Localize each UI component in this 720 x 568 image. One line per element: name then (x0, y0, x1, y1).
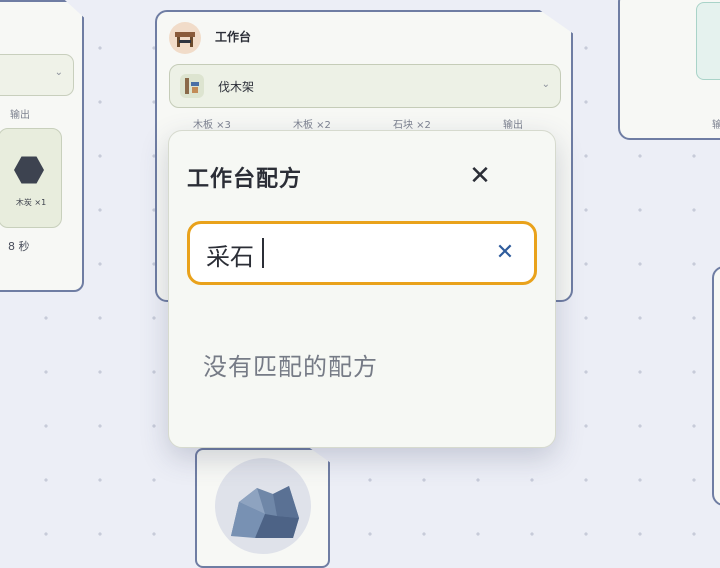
recipe-select-right[interactable] (696, 2, 720, 80)
text-cursor (262, 238, 264, 268)
input-label-1: 木板 ×3 (193, 120, 231, 131)
card-title: 工作台 (215, 30, 252, 44)
empty-state-message: 没有匹配的配方 (203, 353, 378, 381)
output-item-label: 木炭 ×1 (15, 198, 47, 207)
clear-search-icon[interactable]: ✕ (490, 238, 520, 268)
dialog-title: 工作台配方 (187, 167, 303, 192)
output-slot[interactable]: 木炭 ×1 (0, 128, 62, 228)
machine-card-right-lower[interactable] (712, 266, 720, 506)
machine-card-right[interactable]: 输 (618, 0, 720, 140)
input-label-2: 木板 ×2 (293, 120, 331, 131)
output-label: 输 (712, 120, 720, 131)
output-label: 输出 (503, 120, 523, 131)
hexagon-icon (14, 156, 44, 184)
recipe-icon (180, 74, 204, 98)
recipe-select[interactable]: 伐木架 ⌄ (169, 64, 561, 108)
input-label-3: 石块 ×2 (393, 120, 431, 131)
workbench-icon (169, 22, 201, 54)
resource-card[interactable] (195, 448, 330, 568)
recipe-select-value: 伐木架 (218, 80, 255, 94)
search-input[interactable] (204, 234, 478, 274)
chevron-down-icon: ⌄ (541, 79, 550, 90)
output-label: 输出 (10, 110, 30, 121)
machine-card-left[interactable]: ⌄ 输出 木炭 ×1 8 秒 (0, 0, 84, 292)
chevron-down-icon: ⌄ (54, 67, 63, 78)
search-box[interactable]: ✕ (187, 221, 537, 285)
recipe-picker-dialog: 工作台配方 ✕ ✕ 没有匹配的配方 (168, 130, 556, 448)
craft-time: 8 秒 (8, 240, 30, 253)
close-icon[interactable]: ✕ (465, 161, 495, 191)
recipe-select-left[interactable]: ⌄ (0, 54, 74, 96)
